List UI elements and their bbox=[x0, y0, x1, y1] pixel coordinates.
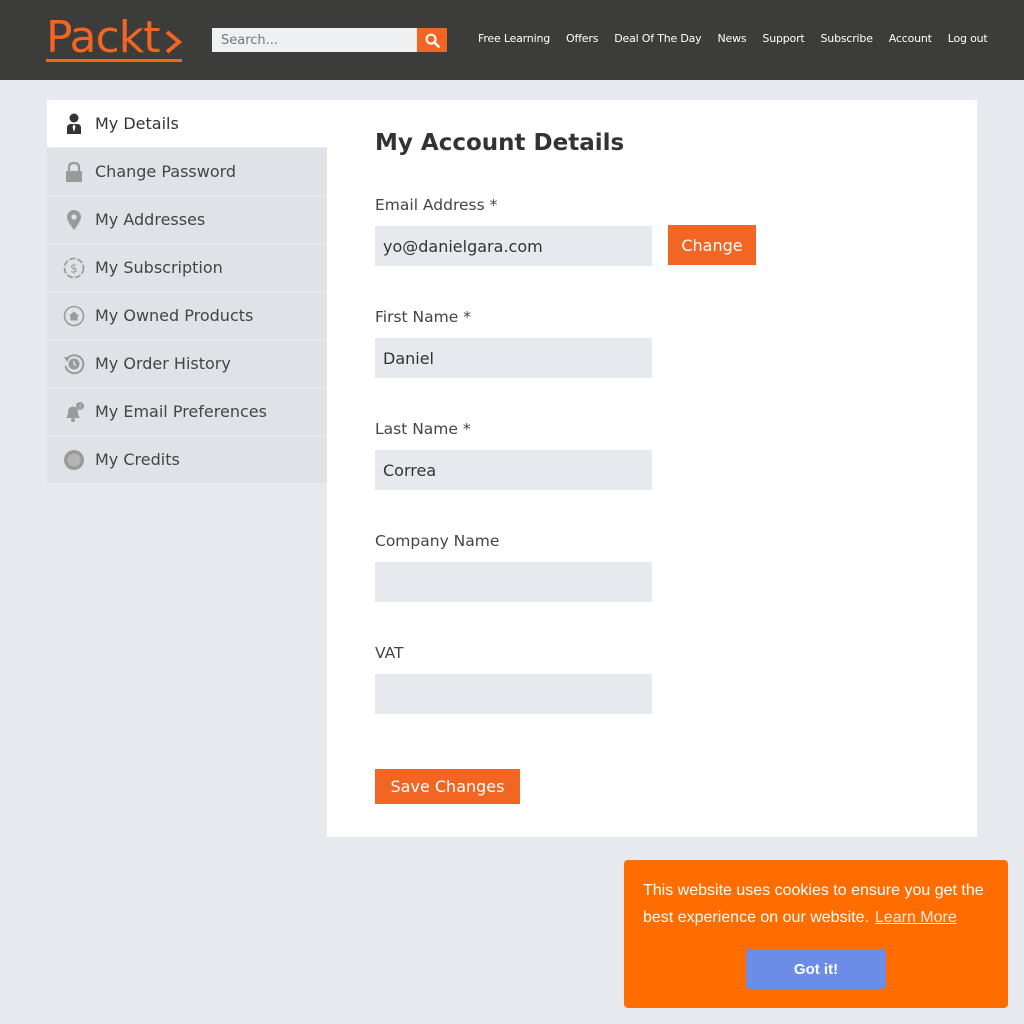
home-icon bbox=[63, 305, 85, 327]
first-name-field[interactable] bbox=[375, 338, 652, 378]
sidebar-item-label: My Subscription bbox=[95, 258, 223, 277]
search-input[interactable] bbox=[212, 28, 417, 52]
sidebar-item-label: My Order History bbox=[95, 354, 231, 373]
page-title: My Account Details bbox=[375, 130, 625, 156]
search-button[interactable] bbox=[417, 28, 447, 52]
svg-text:$: $ bbox=[70, 262, 78, 276]
learn-more-link[interactable]: Learn More bbox=[875, 909, 957, 926]
dollar-icon: $ bbox=[63, 257, 85, 279]
nav-account[interactable]: Account bbox=[881, 31, 940, 47]
company-name-field[interactable] bbox=[375, 562, 652, 602]
nav-offers[interactable]: Offers bbox=[558, 31, 606, 47]
sidebar-item-my-owned-products[interactable]: My Owned Products bbox=[47, 292, 327, 340]
bell-icon: ! bbox=[63, 401, 85, 423]
sidebar-item-label: My Details bbox=[95, 114, 179, 133]
search-icon bbox=[425, 33, 440, 48]
sidebar-item-my-subscription[interactable]: $ My Subscription bbox=[47, 244, 327, 292]
user-icon bbox=[63, 113, 85, 135]
history-icon bbox=[63, 353, 85, 375]
nav-deal-of-the-day[interactable]: Deal Of The Day bbox=[606, 31, 709, 47]
packt-logo[interactable]: Packt bbox=[46, 16, 184, 64]
vat-field[interactable] bbox=[375, 674, 652, 714]
nav-free-learning[interactable]: Free Learning bbox=[470, 31, 558, 47]
first-name-label: First Name * bbox=[375, 308, 471, 326]
map-pin-icon bbox=[63, 209, 85, 231]
sidebar-item-label: My Credits bbox=[95, 450, 180, 469]
sidebar-item-label: My Owned Products bbox=[95, 306, 254, 325]
nav-log-out[interactable]: Log out bbox=[940, 31, 996, 47]
sidebar-item-label: Change Password bbox=[95, 162, 237, 181]
credits-icon bbox=[63, 449, 85, 471]
sidebar-item-my-details[interactable]: My Details bbox=[47, 100, 327, 148]
sidebar-item-label: My Email Preferences bbox=[95, 402, 267, 421]
top-header: Packt Free Learning Offers Deal Of The D… bbox=[0, 0, 1024, 80]
top-nav: Free Learning Offers Deal Of The Day New… bbox=[470, 31, 996, 47]
sidebar-item-my-addresses[interactable]: My Addresses bbox=[47, 196, 327, 244]
sidebar-item-my-credits[interactable]: My Credits bbox=[47, 436, 327, 484]
nav-news[interactable]: News bbox=[709, 31, 754, 47]
company-name-label: Company Name bbox=[375, 532, 500, 550]
last-name-label: Last Name * bbox=[375, 420, 471, 438]
logo-chevron-icon bbox=[165, 30, 183, 54]
nav-subscribe[interactable]: Subscribe bbox=[813, 31, 881, 47]
account-sidebar: My Details Change Password My Addresses … bbox=[47, 100, 327, 484]
save-changes-button[interactable]: Save Changes bbox=[375, 769, 520, 804]
sidebar-item-change-password[interactable]: Change Password bbox=[47, 148, 327, 196]
nav-support[interactable]: Support bbox=[754, 31, 812, 47]
last-name-field[interactable] bbox=[375, 450, 652, 490]
email-label: Email Address * bbox=[375, 196, 498, 214]
vat-label: VAT bbox=[375, 644, 404, 662]
cookie-banner: This website uses cookies to ensure you … bbox=[624, 860, 1008, 1008]
email-field[interactable] bbox=[375, 226, 652, 266]
change-email-button[interactable]: Change bbox=[668, 225, 756, 265]
logo-text: Packt bbox=[46, 12, 160, 63]
sidebar-item-label: My Addresses bbox=[95, 210, 206, 229]
svg-text:!: ! bbox=[79, 403, 82, 411]
sidebar-item-my-order-history[interactable]: My Order History bbox=[47, 340, 327, 388]
account-details-panel: My Account Details Email Address * Chang… bbox=[327, 100, 977, 837]
cookie-accept-button[interactable]: Got it! bbox=[746, 949, 886, 989]
lock-icon bbox=[63, 161, 85, 183]
logo-underline bbox=[46, 59, 182, 62]
sidebar-item-my-email-preferences[interactable]: ! My Email Preferences bbox=[47, 388, 327, 436]
cookie-message: This website uses cookies to ensure you … bbox=[643, 877, 997, 931]
